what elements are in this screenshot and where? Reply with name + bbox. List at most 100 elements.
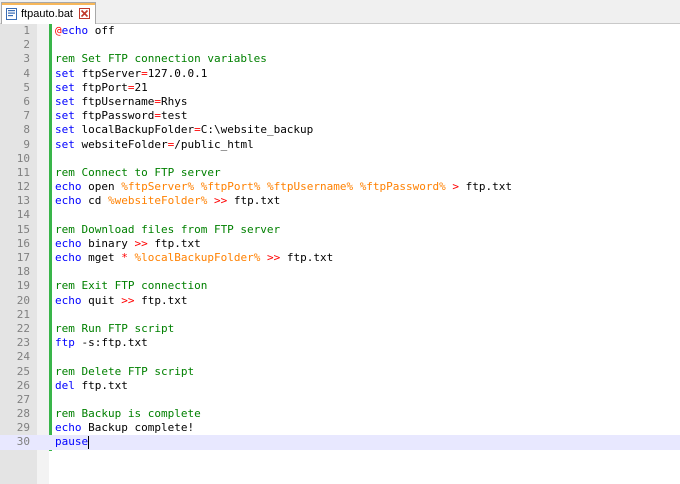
code-token: /public_html <box>174 137 254 151</box>
code-text[interactable]: echo Backup complete! <box>55 421 194 435</box>
code-text[interactable]: set ftpServer=127.0.0.1 <box>55 67 207 81</box>
code-text[interactable]: echo quit >> ftp.txt <box>55 294 187 308</box>
code-text[interactable]: ftp -s:ftp.txt <box>55 336 148 350</box>
code-line[interactable]: 24 <box>0 350 680 364</box>
code-text[interactable]: echo binary >> ftp.txt <box>55 237 201 251</box>
code-line[interactable]: 8 set localBackupFolder=C:\website_backup <box>0 123 680 137</box>
code-line[interactable]: 2 <box>0 38 680 52</box>
code-token: del <box>55 378 75 392</box>
code-text[interactable]: rem Backup is complete <box>55 407 201 421</box>
code-text[interactable]: set localBackupFolder=C:\website_backup <box>55 123 313 137</box>
code-line[interactable]: 27 <box>0 393 680 407</box>
line-number: 16 <box>16 236 30 250</box>
code-token: %ftpUsername% <box>266 180 354 194</box>
code-text[interactable]: rem Set FTP connection variables <box>55 52 267 66</box>
line-number: 25 <box>16 364 30 378</box>
code-line[interactable]: 30 pause <box>0 435 680 450</box>
code-text[interactable]: rem Delete FTP script <box>55 365 194 379</box>
code-token: Rhys <box>160 94 188 108</box>
code-line[interactable]: 26 del ftp.txt <box>0 379 680 393</box>
line-number: 10 <box>16 151 30 165</box>
code-token: echo <box>55 194 82 208</box>
code-token: ftp.txt <box>227 194 281 208</box>
code-line[interactable]: 5 set ftpPort=21 <box>0 81 680 95</box>
code-line[interactable]: 12 echo open %ftpServer% %ftpPort% %ftpUs… <box>0 180 680 194</box>
code-editor[interactable]: 1 @echo off 2 3 rem Set FTP connection varia… <box>0 24 680 484</box>
line-number: 12 <box>16 180 30 194</box>
code-text[interactable]: echo cd %websiteFolder% >> ftp.txt <box>55 194 280 208</box>
code-line[interactable]: 14 <box>0 208 680 222</box>
code-line[interactable]: 15 rem Download files from FTP server <box>0 223 680 237</box>
code-line[interactable]: 4 set ftpServer=127.0.0.1 <box>0 67 680 81</box>
line-number: 5 <box>23 80 30 94</box>
code-token: rem Download files from FTP server <box>55 222 281 236</box>
code-text[interactable]: rem Exit FTP connection <box>55 279 207 293</box>
code-text[interactable]: set ftpPassword=test <box>55 109 187 123</box>
line-number: 8 <box>23 123 30 137</box>
code-text[interactable]: del ftp.txt <box>55 379 128 393</box>
code-line[interactable]: 20 echo quit >> ftp.txt <box>0 294 680 308</box>
code-text[interactable]: rem Connect to FTP server <box>55 166 221 180</box>
code-line[interactable]: 17 echo mget * %localBackupFolder% >> ftp… <box>0 251 680 265</box>
code-text[interactable]: @echo off <box>55 24 115 38</box>
code-line[interactable]: 11 rem Connect to FTP server <box>0 166 680 180</box>
code-token: echo <box>55 251 82 264</box>
code-text[interactable]: rem Download files from FTP server <box>55 223 280 237</box>
code-line[interactable]: 23 ftp -s:ftp.txt <box>0 336 680 350</box>
code-token: websiteFolder <box>74 137 168 151</box>
line-number: 1 <box>23 24 30 37</box>
code-token: ftp.txt <box>147 236 201 250</box>
line-number: 26 <box>16 378 30 392</box>
code-token: %websiteFolder% <box>108 194 208 208</box>
tab-label: ftpauto.bat <box>21 7 73 20</box>
code-line[interactable]: 9 set websiteFolder=/public_html <box>0 138 680 152</box>
code-lines[interactable]: 1 @echo off 2 3 rem Set FTP connection varia… <box>0 24 680 450</box>
code-token: = <box>154 109 161 123</box>
close-icon[interactable] <box>79 8 90 19</box>
code-token: 21 <box>134 80 148 94</box>
line-number: 18 <box>16 265 30 279</box>
code-token: >> <box>134 236 148 250</box>
code-line[interactable]: 7 set ftpPassword=test <box>0 109 680 123</box>
code-line[interactable]: 6 set ftpUsername=Rhys <box>0 95 680 109</box>
code-line[interactable]: 1 @echo off <box>0 24 680 38</box>
code-line[interactable]: 13 echo cd %websiteFolder% >> ftp.txt <box>0 194 680 208</box>
code-line[interactable]: 16 echo binary >> ftp.txt <box>0 237 680 251</box>
code-token: >> <box>121 293 135 307</box>
code-line[interactable]: 19 rem Exit FTP connection <box>0 279 680 293</box>
code-text[interactable]: rem Run FTP script <box>55 322 174 336</box>
code-line[interactable]: 18 <box>0 265 680 279</box>
code-token: %ftpPassword% <box>359 180 446 194</box>
code-text[interactable]: set websiteFolder=/public_html <box>55 138 254 152</box>
code-token: rem Set FTP connection variables <box>55 52 267 66</box>
code-text[interactable]: echo mget * %localBackupFolder% >> ftp.t… <box>55 251 333 265</box>
code-token: ftpUsername <box>74 94 155 108</box>
line-number: 23 <box>16 336 30 350</box>
line-number: 6 <box>23 94 30 108</box>
code-line[interactable]: 22 rem Run FTP script <box>0 322 680 336</box>
code-line[interactable]: 29 echo Backup complete! <box>0 421 680 435</box>
line-number: 22 <box>16 321 30 335</box>
line-number: 21 <box>16 307 30 321</box>
code-text[interactable]: echo open %ftpServer% %ftpPort% %ftpUser… <box>55 180 512 194</box>
code-line[interactable]: 21 <box>0 308 680 322</box>
code-line[interactable]: 10 <box>0 152 680 166</box>
code-line[interactable]: 3 rem Set FTP connection variables <box>0 52 680 66</box>
line-number: 7 <box>23 109 30 123</box>
code-text[interactable]: set ftpUsername=Rhys <box>55 95 187 109</box>
code-token: cd <box>81 194 108 208</box>
tab-ftpauto[interactable]: ftpauto.bat <box>1 2 96 24</box>
tab-bar: ftpauto.bat <box>0 0 680 24</box>
line-number: 28 <box>16 407 30 421</box>
code-token: set <box>55 80 75 94</box>
code-token: * <box>121 251 128 264</box>
code-text[interactable]: set ftpPort=21 <box>55 81 148 95</box>
code-token: ftp.txt <box>280 251 334 264</box>
code-token: -s:ftp.txt <box>74 336 148 350</box>
code-line[interactable]: 28 rem Backup is complete <box>0 407 680 421</box>
code-text[interactable]: pause <box>55 435 90 449</box>
code-line[interactable]: 25 rem Delete FTP script <box>0 365 680 379</box>
code-token: set <box>55 123 75 137</box>
